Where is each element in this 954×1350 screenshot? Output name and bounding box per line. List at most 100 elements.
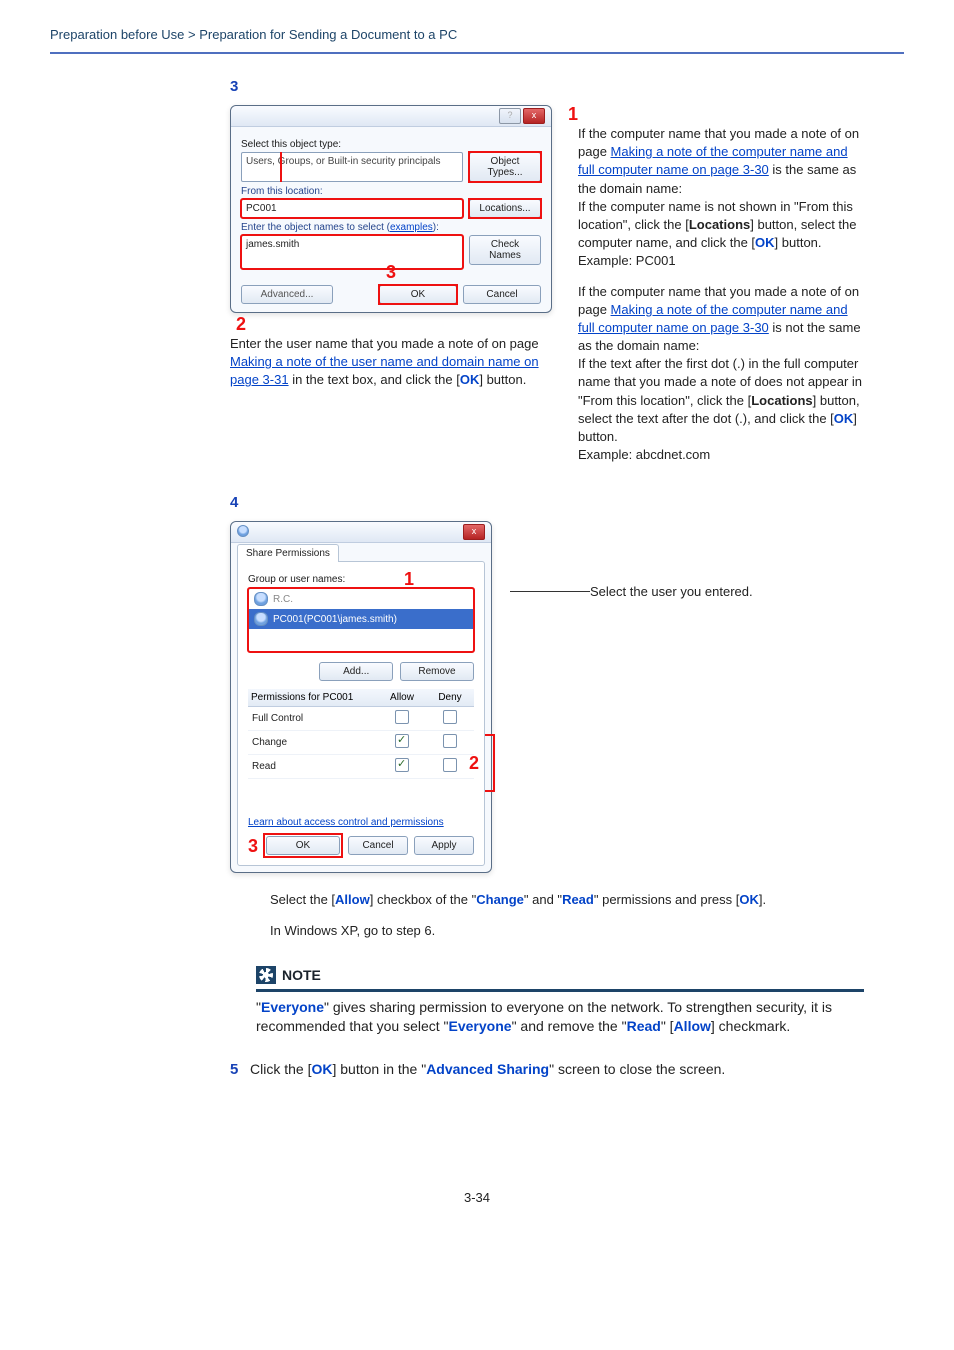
permissions-dialog: x Share Permissions Group or user names:… bbox=[230, 521, 492, 873]
perm-change: Change bbox=[248, 731, 378, 755]
advanced-button[interactable]: Advanced... bbox=[241, 285, 333, 304]
s4-e: ]. bbox=[759, 892, 766, 907]
s4-change: Change bbox=[476, 892, 524, 907]
note-icon bbox=[256, 966, 276, 984]
connector-line bbox=[510, 591, 590, 592]
select-users-dialog: ? x Select this object type: Users, Grou… bbox=[230, 105, 552, 313]
step-4-number: 4 bbox=[230, 494, 238, 511]
s5-adv: Advanced Sharing bbox=[426, 1061, 549, 1077]
rhs-p1-e: ] button. bbox=[775, 235, 822, 250]
learn-link[interactable]: Learn about access control and permissio… bbox=[248, 817, 474, 828]
perm-callout-3: 3 bbox=[248, 837, 258, 855]
full-deny-checkbox[interactable] bbox=[443, 710, 457, 724]
s4-b: ] checkbox of the " bbox=[370, 892, 477, 907]
callout-2: 2 bbox=[236, 315, 246, 333]
from-location-label: From this location: bbox=[241, 186, 541, 197]
user-listbox[interactable]: R.C. PC001(PC001\james.smith) bbox=[248, 588, 474, 652]
note-read: Read bbox=[627, 1018, 661, 1034]
perm-cancel-button[interactable]: Cancel bbox=[348, 836, 408, 855]
cancel-button[interactable]: Cancel bbox=[463, 285, 541, 304]
s4-a: Select the [ bbox=[270, 892, 335, 907]
perm-apply-button[interactable]: Apply bbox=[414, 836, 474, 855]
read-deny-checkbox[interactable] bbox=[443, 758, 457, 772]
table-row: Change bbox=[248, 731, 474, 755]
s5-ok: OK bbox=[311, 1061, 332, 1077]
object-types-value: Users, Groups, or Built-in security prin… bbox=[246, 156, 441, 167]
s4-read: Read bbox=[562, 892, 594, 907]
step3-caption-a: Enter the user name that you made a note… bbox=[230, 336, 539, 351]
remove-button[interactable]: Remove bbox=[400, 662, 474, 681]
list-item-selected[interactable]: PC001(PC001\james.smith) bbox=[249, 609, 473, 629]
enter-names-label: Enter the object names to select (exampl… bbox=[241, 222, 541, 233]
locations-button[interactable]: Locations... bbox=[469, 199, 541, 218]
read-allow-checkbox[interactable] bbox=[395, 758, 409, 772]
perm-ok-button[interactable]: OK bbox=[266, 836, 340, 855]
s5-a: Click the [ bbox=[250, 1061, 311, 1077]
rhs-p1-ex: Example: PC001 bbox=[578, 253, 676, 268]
full-allow-checkbox[interactable] bbox=[395, 710, 409, 724]
note-allow: Allow bbox=[674, 1018, 711, 1034]
list-item-label: PC001(PC001\james.smith) bbox=[273, 614, 397, 625]
s5-b: ] button in the " bbox=[332, 1061, 426, 1077]
change-allow-checkbox[interactable] bbox=[395, 734, 409, 748]
perm-read: Read bbox=[248, 755, 378, 779]
rhs-p2-loc: Locations bbox=[751, 393, 812, 408]
deny-header: Deny bbox=[426, 689, 474, 707]
s5-c: " screen to close the screen. bbox=[549, 1061, 725, 1077]
s4-d: " permissions and press [ bbox=[594, 892, 740, 907]
note-everyone2: Everyone bbox=[449, 1018, 512, 1034]
object-types-field: Users, Groups, or Built-in security prin… bbox=[241, 152, 463, 182]
help-button[interactable]: ? bbox=[499, 108, 521, 124]
examples-link[interactable]: examples bbox=[390, 222, 433, 233]
note-e: ] checkmark. bbox=[711, 1018, 790, 1034]
from-location-field: PC001 bbox=[241, 199, 463, 218]
enter-names-pre: Enter the object names to select ( bbox=[241, 222, 390, 233]
callout-1: 1 bbox=[568, 105, 578, 123]
step3-caption-c: ] button. bbox=[479, 372, 526, 387]
enter-names-post: ): bbox=[433, 222, 439, 233]
perm-close-button[interactable]: x bbox=[463, 524, 485, 540]
name-input[interactable]: james.smith bbox=[241, 235, 463, 269]
ok-button[interactable]: OK bbox=[379, 285, 457, 304]
step-3-number: 3 bbox=[230, 78, 238, 95]
object-types-button[interactable]: Object Types... bbox=[469, 152, 541, 182]
callout-3: 3 bbox=[386, 262, 396, 282]
rhs-p2-ok: OK bbox=[834, 411, 854, 426]
perm-titlebar: x bbox=[231, 522, 491, 543]
breadcrumb: Preparation before Use > Preparation for… bbox=[50, 27, 904, 54]
rhs-p1-ok: OK bbox=[755, 235, 775, 250]
group-user-label: Group or user names: bbox=[248, 574, 404, 585]
share-permissions-tab[interactable]: Share Permissions bbox=[237, 544, 339, 562]
note-c: " and remove the " bbox=[512, 1018, 627, 1034]
check-names-button[interactable]: Check Names bbox=[469, 235, 541, 265]
rhs-p2-ex: Example: abcdnet.com bbox=[578, 447, 710, 462]
dialog-titlebar: ? x bbox=[231, 106, 551, 127]
add-button[interactable]: Add... bbox=[319, 662, 393, 681]
s4-c: " and " bbox=[524, 892, 562, 907]
change-deny-checkbox[interactable] bbox=[443, 734, 457, 748]
select-type-label: Select this object type: bbox=[241, 139, 541, 150]
perm-for-label: Permissions for PC001 bbox=[248, 689, 378, 707]
s4-ok: OK bbox=[739, 892, 759, 907]
step-5-number: 5 bbox=[230, 1061, 238, 1078]
allow-header: Allow bbox=[378, 689, 426, 707]
rhs-p1-loc: Locations bbox=[689, 217, 750, 232]
note-rule bbox=[256, 989, 864, 992]
step3-caption-ok: OK bbox=[460, 372, 480, 387]
perm-callout-1: 1 bbox=[404, 570, 414, 588]
note-label: NOTE bbox=[282, 967, 321, 983]
note-everyone1: Everyone bbox=[261, 999, 324, 1015]
step3-caption-b: in the text box, and click the [ bbox=[292, 372, 460, 387]
s4-allow: Allow bbox=[335, 892, 370, 907]
select-user-text: Select the user you entered. bbox=[590, 583, 753, 601]
page-number: 3-34 bbox=[0, 1190, 954, 1205]
perm-callout-2: 2 bbox=[469, 754, 479, 772]
list-item[interactable]: R.C. bbox=[249, 589, 473, 609]
close-button[interactable]: x bbox=[523, 108, 545, 124]
user-icon bbox=[254, 592, 268, 606]
table-row: Read bbox=[248, 755, 474, 779]
note-d: " [ bbox=[661, 1018, 674, 1034]
user-icon bbox=[254, 612, 268, 626]
table-row: Full Control bbox=[248, 707, 474, 731]
xp-line: In Windows XP, go to step 6. bbox=[270, 922, 864, 940]
